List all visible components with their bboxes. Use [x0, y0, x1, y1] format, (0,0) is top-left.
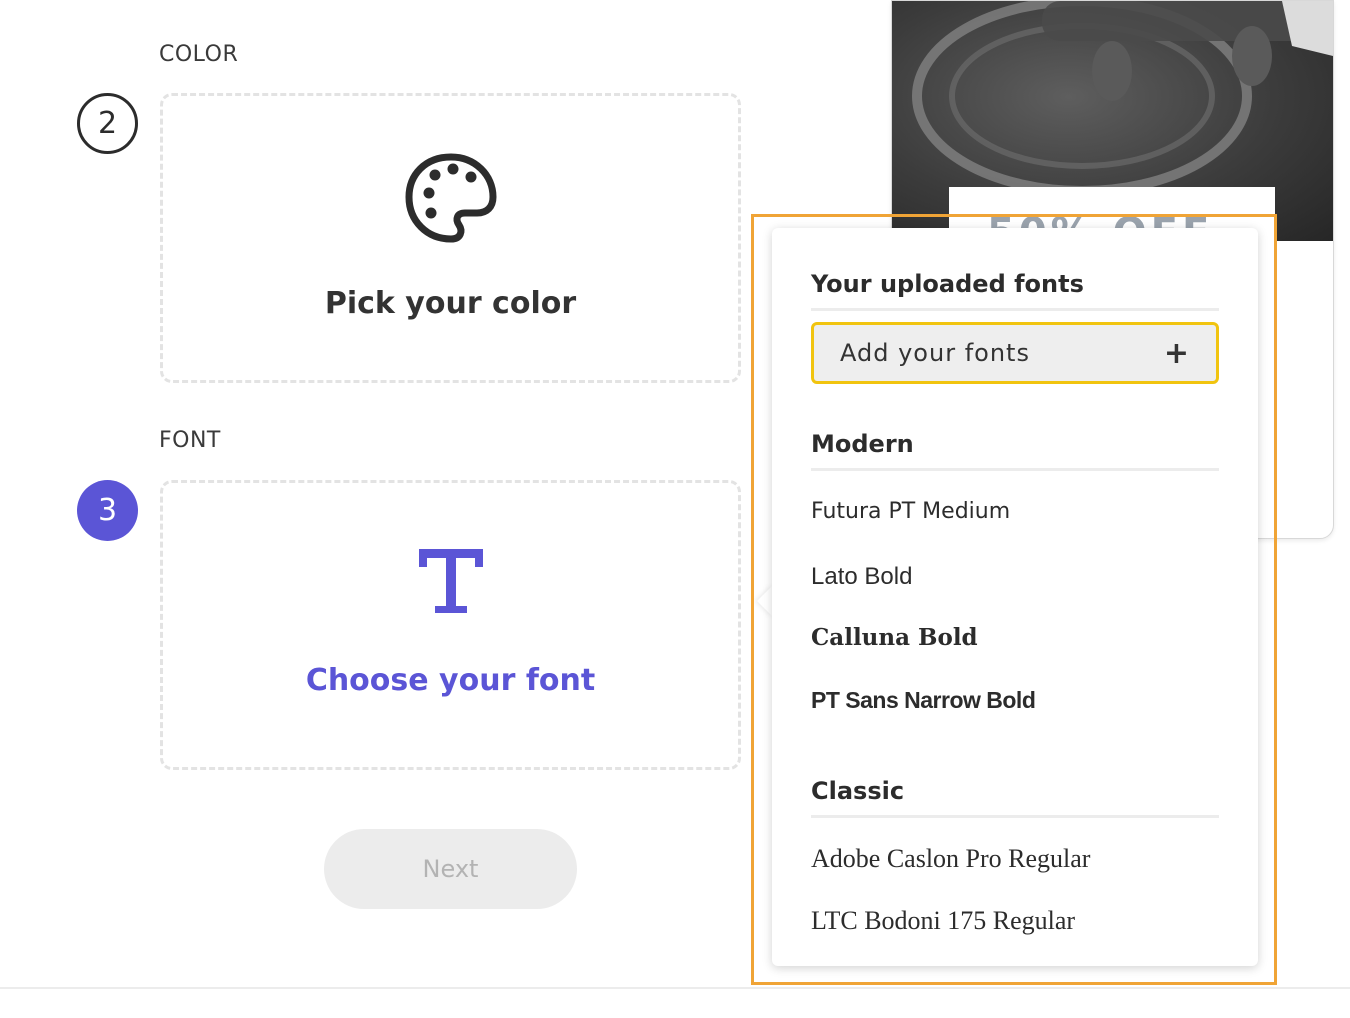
next-button[interactable]: Next	[324, 829, 577, 909]
color-section-label: COLOR	[159, 42, 239, 67]
choose-font-card[interactable]: Choose your font	[160, 480, 741, 770]
text-t-icon	[418, 549, 483, 613]
pick-color-card[interactable]: Pick your color	[160, 93, 741, 383]
palette-icon	[405, 153, 496, 243]
step-3-indicator: 3	[77, 480, 138, 541]
choose-font-title: Choose your font	[305, 663, 596, 698]
pick-color-title: Pick your color	[324, 286, 577, 321]
font-section-label: FONT	[159, 428, 221, 453]
highlight-frame	[751, 214, 1277, 985]
bottom-divider	[0, 987, 1350, 989]
step-2-indicator: 2	[77, 93, 138, 154]
